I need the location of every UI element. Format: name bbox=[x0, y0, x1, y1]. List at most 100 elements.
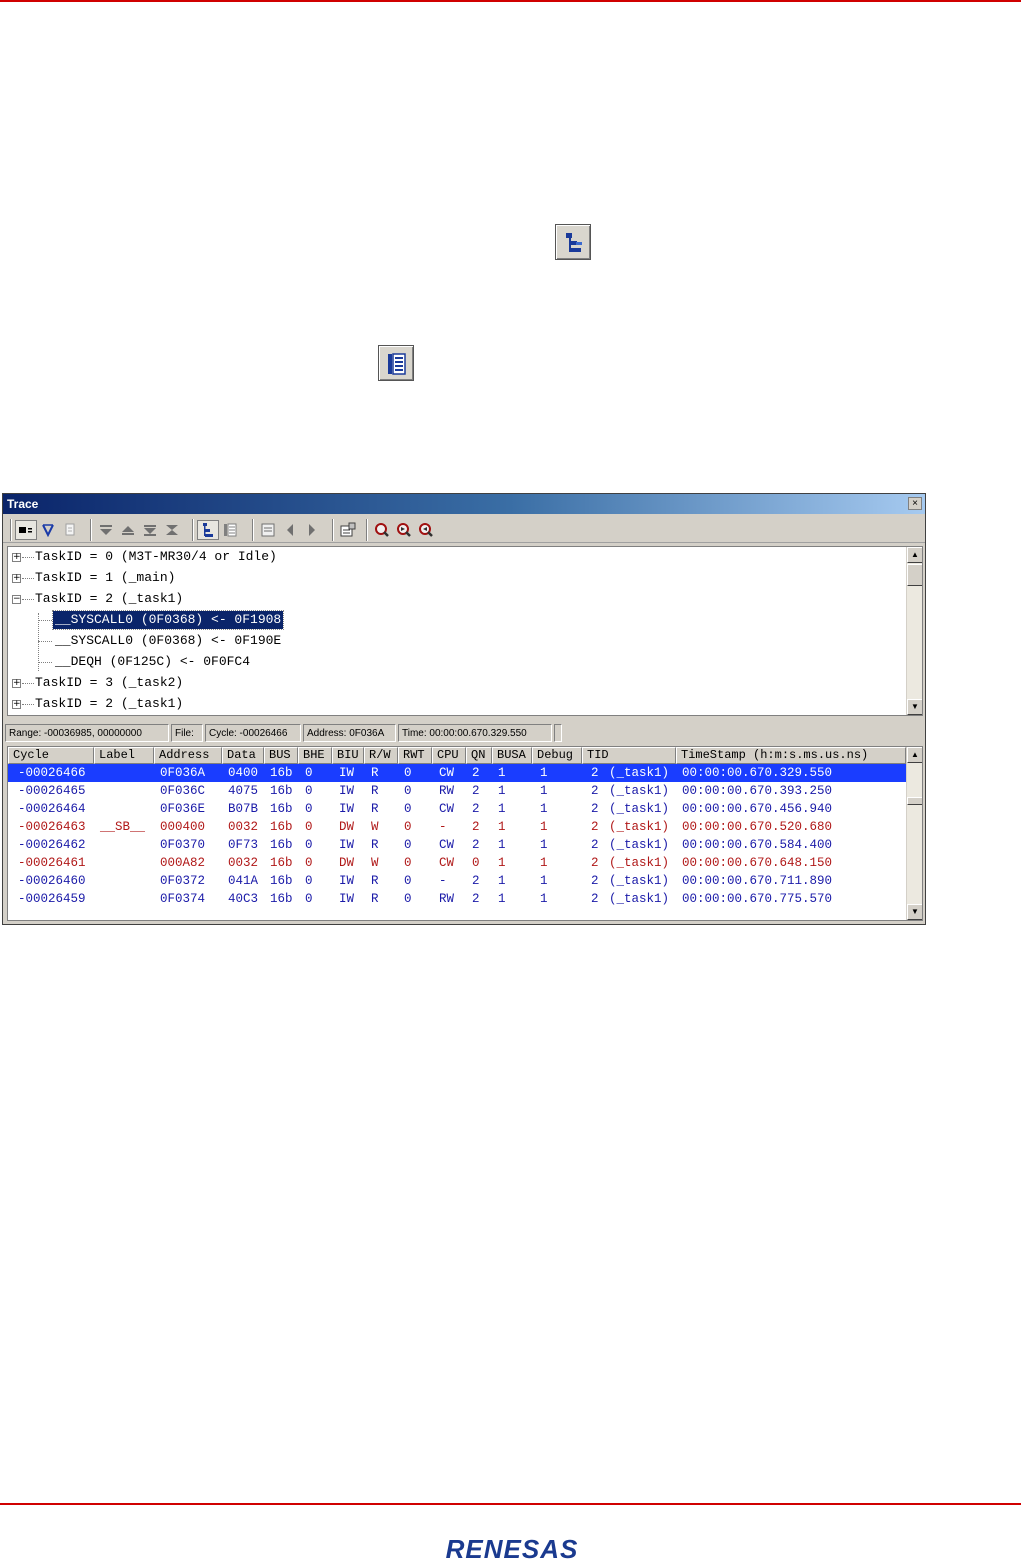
function-list-icon bbox=[378, 345, 414, 381]
tree-item-task[interactable]: TaskID = 1 (_main) bbox=[35, 569, 175, 587]
cell-address: 0F0372 bbox=[160, 874, 206, 888]
previous-block-icon[interactable] bbox=[117, 520, 139, 540]
table-row[interactable]: -00026461 000A82 0032 16b 0 DW W 0 CW 0 1 1 2 (_task1… bbox=[8, 854, 906, 872]
tree-expander[interactable]: + bbox=[12, 700, 21, 709]
scroll-down-arrow-icon[interactable]: ▼ bbox=[907, 904, 922, 920]
cell-debug: 1 bbox=[540, 874, 548, 888]
column-header-bhe[interactable]: BHE bbox=[298, 747, 332, 764]
cell-rw: R bbox=[371, 802, 379, 816]
tree-connector bbox=[22, 557, 34, 558]
cell-qn: 0 bbox=[472, 856, 480, 870]
tree-item-function-selected[interactable]: __SYSCALL0 (0F0368) <- 0F1908 bbox=[51, 610, 285, 630]
cell-address: 0F036A bbox=[160, 766, 206, 780]
tree-item-function[interactable]: __DEQH (0F125C) <- 0F0FC4 bbox=[55, 653, 250, 671]
table-row[interactable]: -00026465 0F036C 4075 16b 0 IW R 0 RW 2 1 1 2 (_task1… bbox=[8, 782, 906, 800]
cell-bhe: 0 bbox=[305, 784, 313, 798]
cell-cpu: CW bbox=[439, 856, 455, 870]
back-icon[interactable] bbox=[279, 520, 301, 540]
cell-tid: 2 bbox=[591, 802, 599, 816]
cell-cpu: RW bbox=[439, 784, 455, 798]
column-header-rwt[interactable]: RWT bbox=[398, 747, 432, 764]
cell-busa: 1 bbox=[498, 802, 506, 816]
cell-bhe: 0 bbox=[305, 802, 313, 816]
scroll-up-arrow-icon[interactable]: ▲ bbox=[907, 747, 922, 763]
tree-expander[interactable]: + bbox=[12, 574, 21, 583]
tree-expander[interactable]: − bbox=[12, 595, 21, 604]
cell-biu: IW bbox=[339, 802, 355, 816]
scroll-thumb[interactable] bbox=[907, 797, 922, 805]
top-rule bbox=[0, 0, 1021, 2]
record-icon[interactable] bbox=[15, 520, 37, 540]
search-next-icon[interactable] bbox=[393, 520, 415, 540]
column-header-address[interactable]: Address bbox=[154, 747, 222, 764]
tree-item-task[interactable]: TaskID = 0 (M3T-MR30/4 or Idle) bbox=[35, 548, 277, 566]
function-tree-icon[interactable] bbox=[197, 520, 219, 540]
cell-timestamp: 00:00:00.670.775.570 bbox=[682, 892, 833, 906]
scroll-down-arrow-icon[interactable]: ▼ bbox=[907, 699, 922, 715]
first-icon[interactable] bbox=[95, 520, 117, 540]
column-header-label[interactable]: Label bbox=[94, 747, 154, 764]
search-icon[interactable] bbox=[371, 520, 393, 540]
cell-timestamp: 00:00:00.670.711.890 bbox=[682, 874, 833, 888]
close-button[interactable]: × bbox=[908, 497, 922, 510]
list-view-icon[interactable] bbox=[257, 520, 279, 540]
trace-table: Cycle Label Address Data BUS BHE BIU R/W… bbox=[7, 746, 923, 921]
tree-scrollbar[interactable]: ▲ ▼ bbox=[906, 547, 922, 715]
table-scrollbar[interactable]: ▲ ▼ bbox=[906, 747, 922, 920]
last-icon[interactable] bbox=[161, 520, 183, 540]
cell-cpu: - bbox=[439, 874, 447, 888]
column-header-biu[interactable]: BIU bbox=[332, 747, 364, 764]
forward-icon[interactable] bbox=[301, 520, 323, 540]
cell-bus: 16b bbox=[270, 874, 293, 888]
next-block-icon[interactable] bbox=[139, 520, 161, 540]
cell-cpu: - bbox=[439, 820, 447, 834]
table-row[interactable]: -00026459 0F0374 40C3 16b 0 IW R 0 RW 2 1 1 2 (_task1… bbox=[8, 890, 906, 908]
column-header-rw[interactable]: R/W bbox=[364, 747, 398, 764]
title-bar: Trace × bbox=[3, 494, 925, 514]
scroll-up-arrow-icon[interactable]: ▲ bbox=[907, 547, 922, 563]
cell-biu: IW bbox=[339, 766, 355, 780]
tree-item-task[interactable]: TaskID = 3 (_task2) bbox=[35, 674, 183, 692]
cell-address: 000400 bbox=[160, 820, 206, 834]
table-row[interactable]: -00026464 0F036E B07B 16b 0 IW R 0 CW 2 1 1 2 (_task1… bbox=[8, 800, 906, 818]
cell-rwt: 0 bbox=[404, 838, 412, 852]
column-header-data[interactable]: Data bbox=[222, 747, 264, 764]
column-header-busa[interactable]: BUSA bbox=[492, 747, 532, 764]
cell-busa: 1 bbox=[498, 892, 506, 906]
tree-connector bbox=[22, 683, 34, 684]
cell-data: 0400 bbox=[228, 766, 259, 780]
table-row[interactable]: -00026462 0F0370 0F73 16b 0 IW R 0 CW 2 1 1 2 (_task1… bbox=[8, 836, 906, 854]
cell-rwt: 0 bbox=[404, 766, 412, 780]
column-header-cycle[interactable]: Cycle bbox=[8, 747, 94, 764]
tree-expander[interactable]: + bbox=[12, 679, 21, 688]
cell-debug: 1 bbox=[540, 838, 548, 852]
cell-data: 4075 bbox=[228, 784, 259, 798]
logo-text: RENESAS bbox=[446, 1534, 579, 1562]
cell-timestamp: 00:00:00.670.393.250 bbox=[682, 784, 833, 798]
column-header-cpu[interactable]: CPU bbox=[432, 747, 466, 764]
search-previous-icon[interactable] bbox=[415, 520, 437, 540]
function-list-icon[interactable] bbox=[219, 520, 241, 540]
column-header-qn[interactable]: QN bbox=[466, 747, 492, 764]
column-header-bus[interactable]: BUS bbox=[264, 747, 298, 764]
cell-cpu: CW bbox=[439, 766, 455, 780]
page-icon[interactable] bbox=[59, 520, 81, 540]
tree-item-function[interactable]: __SYSCALL0 (0F0368) <- 0F190E bbox=[55, 632, 281, 650]
table-row[interactable]: -00026463 __SB__ 000400 0032 16b 0 DW W 0 - 2 1 1 2 (_… bbox=[8, 818, 906, 836]
function-tree-pane: + TaskID = 0 (M3T-MR30/4 or Idle) + Task… bbox=[7, 546, 923, 716]
column-header-debug[interactable]: Debug bbox=[532, 747, 582, 764]
table-row[interactable]: -00026460 0F0372 041A 16b 0 IW R 0 - 2 1 1 2 (_task1)… bbox=[8, 872, 906, 890]
cell-busa: 1 bbox=[498, 874, 506, 888]
filter-icon[interactable] bbox=[37, 520, 59, 540]
column-header-tid[interactable]: TID bbox=[582, 747, 676, 764]
column-header-timestamp[interactable]: TimeStamp (h:m:s.ms.us.ns) bbox=[676, 747, 906, 764]
tree-expander[interactable]: + bbox=[12, 553, 21, 562]
tree-item-task[interactable]: TaskID = 2 (_task1) bbox=[35, 590, 183, 608]
tree-item-task[interactable]: TaskID = 2 (_task1) bbox=[35, 695, 183, 713]
settings-icon[interactable] bbox=[337, 520, 359, 540]
cell-cycle: -00026460 bbox=[18, 874, 86, 888]
table-header: Cycle Label Address Data BUS BHE BIU R/W… bbox=[8, 747, 906, 764]
cell-bus: 16b bbox=[270, 820, 293, 834]
scroll-thumb[interactable] bbox=[907, 564, 922, 586]
table-row[interactable]: -00026466 0F036A 0400 16b 0 IW R 0 CW 2 1 1 2 (_task1… bbox=[8, 764, 906, 782]
